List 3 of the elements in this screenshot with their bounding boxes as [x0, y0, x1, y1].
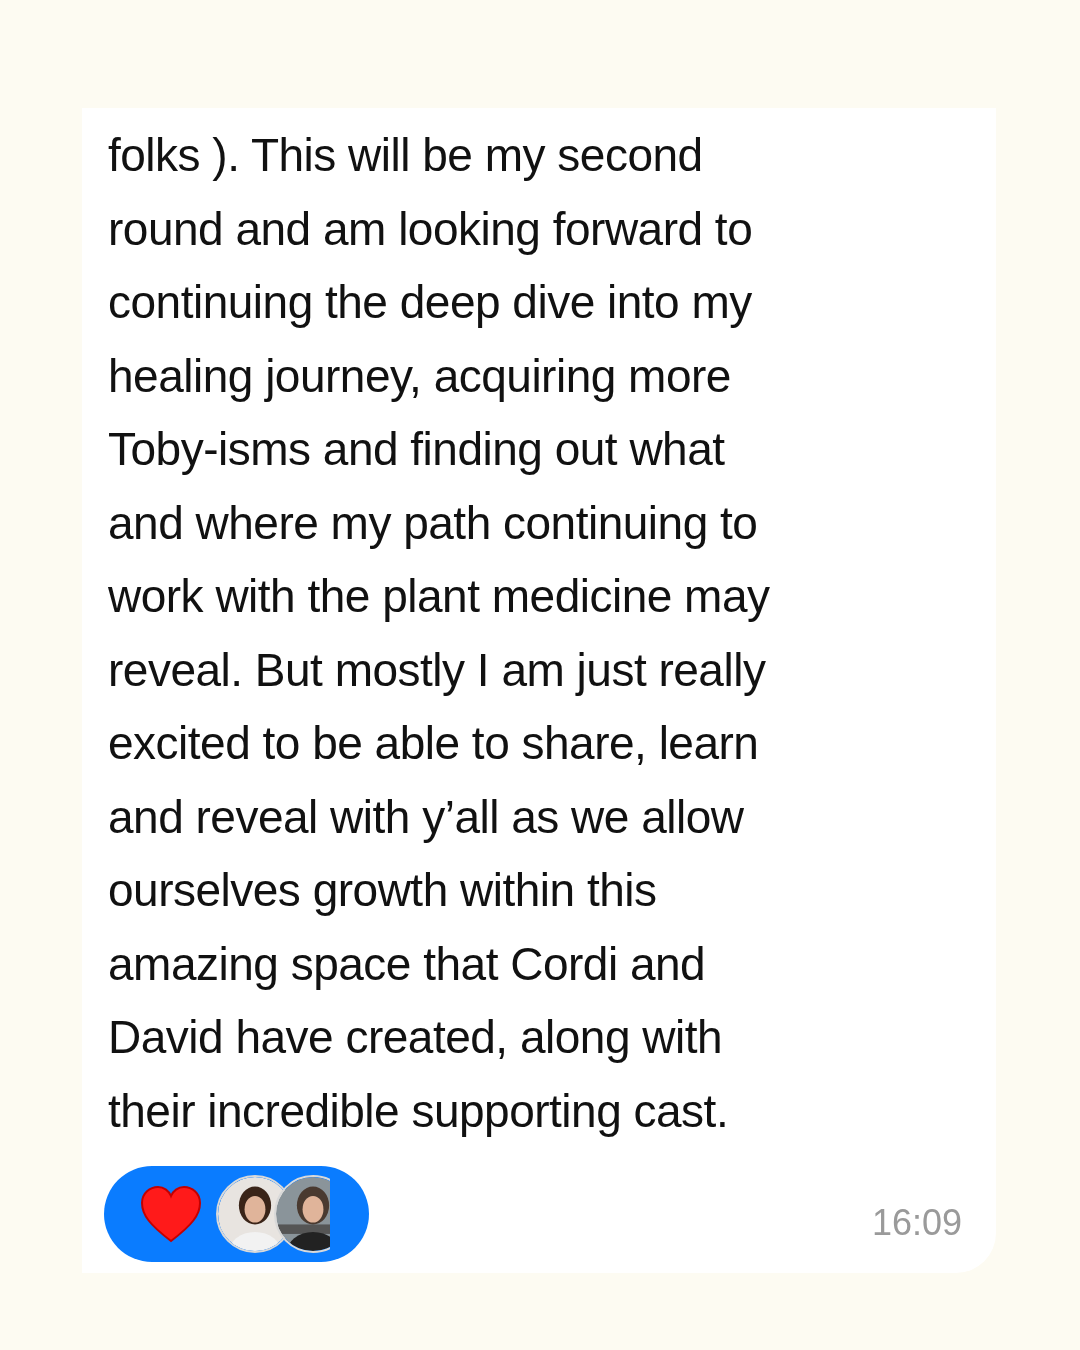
message-time: 16:09 — [871, 1201, 962, 1245]
message-text: folks ). This will be my second round and am looking forward to continuing the deep dive into my healing journey, acquiring more Toby-isms and finding out what and where my path continuing to work with the plant medicine may reveal. But mostly I am just really excited to be able to share, learn and reveal with y’all as we allow ourselves growth within this amazing space that Cordi and David have created, along with their incredible supporting cast. — [108, 128, 771, 1139]
heart-icon — [140, 1185, 202, 1243]
